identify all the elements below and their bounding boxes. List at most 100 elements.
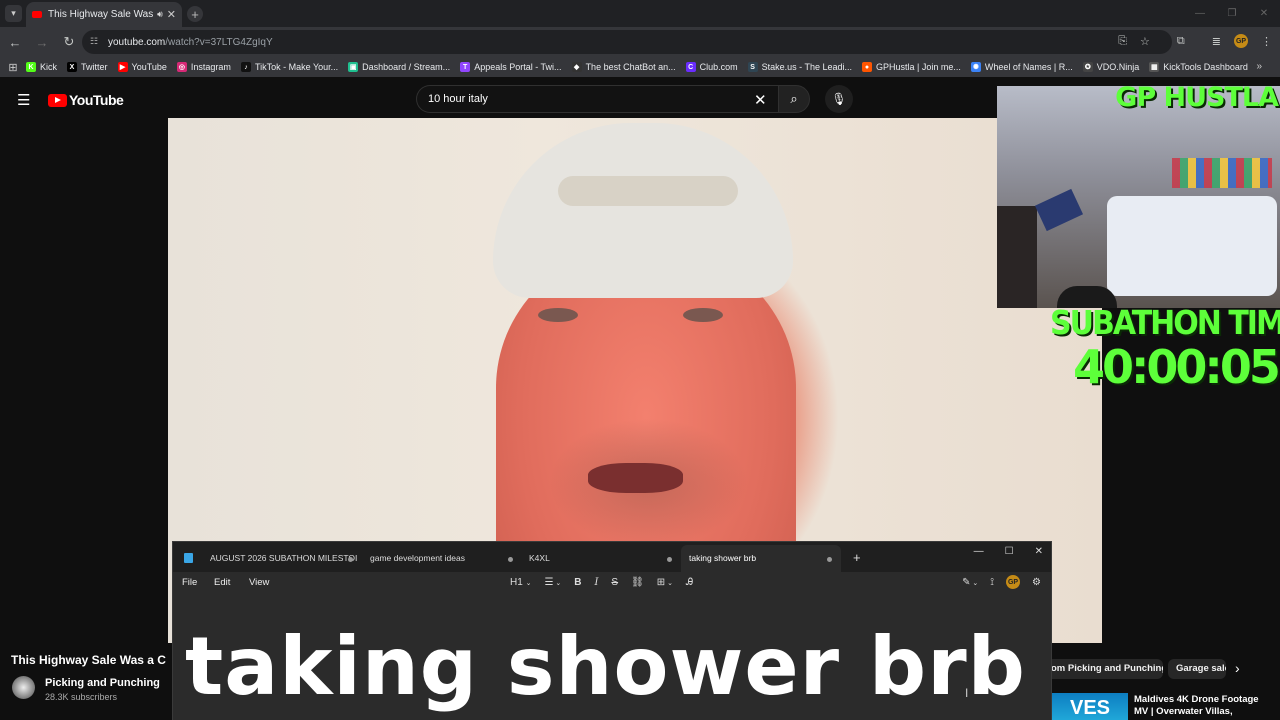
- channel-name[interactable]: Picking and Punching: [45, 677, 160, 689]
- restore-icon[interactable]: ❐: [1216, 0, 1248, 27]
- bookmark-item[interactable]: S Stake.us - The Leadi...: [747, 62, 852, 72]
- bookmark-favicon-icon: ✺: [970, 62, 981, 72]
- text-cursor-icon: I: [965, 686, 969, 700]
- extensions-icon[interactable]: ⧉: [1177, 35, 1185, 48]
- bookmark-label: VDO.Ninja: [1096, 62, 1140, 72]
- maximize-icon[interactable]: ☐: [1005, 546, 1014, 557]
- menu-view[interactable]: View: [249, 577, 269, 588]
- voice-search-button[interactable]: 🎙︎: [825, 85, 853, 113]
- bookmark-label: Kick: [40, 62, 58, 72]
- youtube-logo[interactable]: YouTube: [48, 92, 124, 108]
- bookmark-favicon-icon: K: [26, 62, 36, 72]
- heading-dropdown[interactable]: H1 ⌄: [510, 577, 531, 588]
- chevron-right-icon[interactable]: ›: [1235, 660, 1240, 676]
- clear-formatting-icon[interactable]: Ꭿ: [686, 577, 693, 588]
- bookmark-label: KickTools Dashboard: [1163, 62, 1248, 72]
- bookmark-item[interactable]: K Kick: [26, 62, 57, 72]
- profile-avatar[interactable]: GP: [1234, 34, 1248, 48]
- bookmark-item[interactable]: ✺ Wheel of Names | R...: [970, 62, 1073, 72]
- bookmark-label: Wheel of Names | R...: [984, 62, 1073, 72]
- bookmark-item[interactable]: ♪ TikTok - Make Your...: [240, 62, 339, 72]
- minimize-icon[interactable]: —: [1184, 0, 1216, 27]
- bookmark-item[interactable]: ● GPHustla | Join me...: [862, 62, 961, 72]
- search-button[interactable]: ⌕: [778, 85, 810, 113]
- recommended-video-thumbnail[interactable]: VES: [1052, 693, 1128, 720]
- settings-gear-icon[interactable]: ⚙: [1032, 577, 1041, 588]
- bookmark-label: TikTok - Make Your...: [254, 62, 339, 72]
- notepad-tab[interactable]: K4XL: [529, 545, 679, 572]
- bookmark-item[interactable]: ▦ KickTools Dashboard: [1149, 62, 1248, 72]
- forward-icon[interactable]: →: [30, 35, 54, 50]
- bookmark-label: Club.com: [699, 62, 738, 72]
- bookmark-item[interactable]: ◆ The best ChatBot an...: [571, 62, 676, 72]
- apps-grid-icon[interactable]: ⊞: [0, 61, 26, 74]
- bold-icon[interactable]: B: [574, 577, 581, 588]
- subathon-timer-value: 40:00:05: [1073, 340, 1280, 394]
- search-input[interactable]: 10 hour italy: [416, 85, 778, 113]
- bookmark-label: Twitter: [81, 62, 108, 72]
- hamburger-menu-icon[interactable]: ☰: [17, 91, 30, 109]
- menu-edit[interactable]: Edit: [214, 577, 230, 588]
- more-menu-icon[interactable]: ⋮: [1261, 35, 1272, 48]
- browser-tab-active[interactable]: This Highway Sale Was a Co 🔊︎ ✕: [26, 2, 182, 27]
- tab-search-icon[interactable]: ▾: [5, 5, 22, 22]
- video-frame-eye: [538, 308, 578, 322]
- notepad-tab-label: AUGUST 2026 SUBATHON MILESTOI: [210, 553, 358, 563]
- bookmark-favicon-icon: ▶: [117, 62, 128, 72]
- bookmarks-bar: ⊞ K Kick X Twitter ▶ YouTube ◎ Instagram ♪ TikTok…: [0, 57, 1280, 77]
- recommendation-chip[interactable]: om Picking and Punching: [1043, 659, 1163, 679]
- clear-search-icon[interactable]: ✕: [754, 91, 767, 109]
- install-app-icon[interactable]: ⎘: [1118, 35, 1127, 48]
- bookmark-item[interactable]: ▶ YouTube: [117, 62, 167, 72]
- tab-close-icon[interactable]: ✕: [167, 8, 176, 21]
- notepad-editor[interactable]: taking shower brb I: [173, 594, 1051, 720]
- video-frame-cap-band: [558, 176, 738, 206]
- notepad-right-tools: ✎ ⌄ ⟟ GP ⚙: [962, 575, 1041, 589]
- bookmark-favicon-icon: ✪: [1082, 62, 1093, 72]
- copilot-dropdown-icon[interactable]: ✎ ⌄: [962, 577, 978, 588]
- audio-playing-icon[interactable]: 🔊︎: [157, 9, 163, 20]
- reload-icon[interactable]: ↻: [57, 34, 81, 50]
- youtube-play-icon: [48, 93, 67, 107]
- bookmarks-overflow-icon[interactable]: »: [1256, 61, 1262, 72]
- bookmark-label: YouTube: [131, 62, 167, 72]
- bookmark-star-icon[interactable]: ☆: [1140, 35, 1150, 48]
- recommendation-chip[interactable]: Garage sale: [1168, 659, 1226, 679]
- back-icon[interactable]: ←: [3, 35, 27, 50]
- italic-icon[interactable]: I: [594, 577, 598, 588]
- video-frame-cap: [493, 123, 793, 298]
- notepad-tab[interactable]: game development ideas: [370, 545, 520, 572]
- webcam-flag: [1034, 188, 1084, 232]
- strikethrough-icon[interactable]: S: [611, 577, 618, 588]
- bookmark-item[interactable]: ▣ Dashboard / Stream...: [348, 62, 450, 72]
- channel-avatar[interactable]: [12, 676, 35, 699]
- microphone-icon: 🎙︎: [831, 92, 847, 106]
- list-dropdown-icon[interactable]: ☰ ⌄: [544, 577, 561, 588]
- address-bar[interactable]: ☷ youtube.com /watch?v=37LTG4ZgIqY: [82, 30, 1172, 54]
- notepad-tab-active[interactable]: taking shower brb: [681, 545, 841, 572]
- bookmark-item[interactable]: T Appeals Portal - Twi...: [460, 62, 562, 72]
- channel-subscribers: 28.3K subscribers: [45, 692, 118, 702]
- feedback-icon[interactable]: ⟟: [990, 577, 994, 588]
- menu-file[interactable]: File: [182, 577, 197, 588]
- new-tab-button[interactable]: +: [187, 6, 203, 22]
- notepad-new-tab-icon[interactable]: +: [853, 550, 861, 565]
- bookmark-item[interactable]: C Club.com: [685, 62, 738, 72]
- close-icon[interactable]: ✕: [1035, 546, 1043, 557]
- bookmark-item[interactable]: ◎ Instagram: [176, 62, 231, 72]
- link-icon[interactable]: ⛓︎: [631, 577, 644, 588]
- site-info-icon[interactable]: ☷: [90, 36, 102, 48]
- notepad-content[interactable]: taking shower brb: [185, 620, 1026, 713]
- reading-list-icon[interactable]: ≣: [1212, 35, 1221, 48]
- minimize-icon[interactable]: —: [974, 546, 984, 557]
- table-dropdown-icon[interactable]: ⊞ ⌄: [657, 577, 673, 588]
- bookmark-item[interactable]: X Twitter: [67, 62, 108, 72]
- bookmark-favicon-icon: ●: [862, 62, 873, 72]
- search-icon: ⌕: [790, 91, 798, 106]
- recommended-video-title[interactable]: Maldives 4K Drone Footage MV | Overwater…: [1134, 694, 1274, 718]
- notepad-tab[interactable]: AUGUST 2026 SUBATHON MILESTOI: [210, 545, 360, 572]
- notepad-profile-avatar[interactable]: GP: [1006, 575, 1021, 589]
- bookmark-item[interactable]: ✪ VDO.Ninja: [1082, 62, 1140, 72]
- close-window-icon[interactable]: ✕: [1248, 0, 1280, 27]
- bookmark-favicon-icon: ◎: [176, 62, 187, 72]
